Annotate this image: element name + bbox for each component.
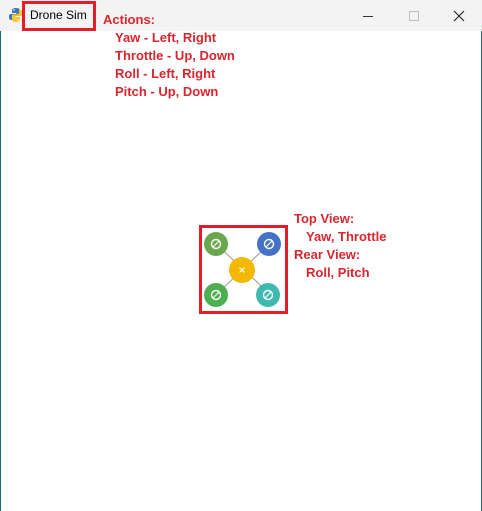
rear-view-detail: Roll, Pitch: [306, 265, 370, 280]
action-pitch: Pitch - Up, Down: [115, 84, 219, 99]
minimize-icon: [363, 15, 373, 17]
close-icon: [453, 10, 465, 21]
rear-view-heading: Rear View:: [294, 247, 361, 262]
close-button[interactable]: [436, 0, 482, 31]
title-highlight-box: [22, 1, 96, 31]
top-view-detail: Yaw, Throttle: [306, 229, 387, 244]
top-view-heading: Top View:: [294, 211, 355, 226]
rotor-front-left: [204, 232, 228, 256]
drone-top-view: [204, 232, 281, 307]
drone-body: [229, 257, 255, 283]
action-yaw: Yaw - Left, Right: [115, 30, 217, 45]
rotor-rear-right: [256, 283, 280, 307]
rotor-front-right: [257, 232, 281, 256]
minimize-button[interactable]: [345, 0, 391, 31]
action-roll: Roll - Left, Right: [115, 66, 216, 81]
maximize-icon: [409, 10, 419, 21]
actions-heading: Actions:: [103, 12, 155, 27]
maximize-button[interactable]: [391, 0, 437, 31]
rotor-rear-left: [204, 283, 228, 307]
window-frame-left: [0, 31, 1, 511]
action-throttle: Throttle - Up, Down: [115, 48, 235, 63]
